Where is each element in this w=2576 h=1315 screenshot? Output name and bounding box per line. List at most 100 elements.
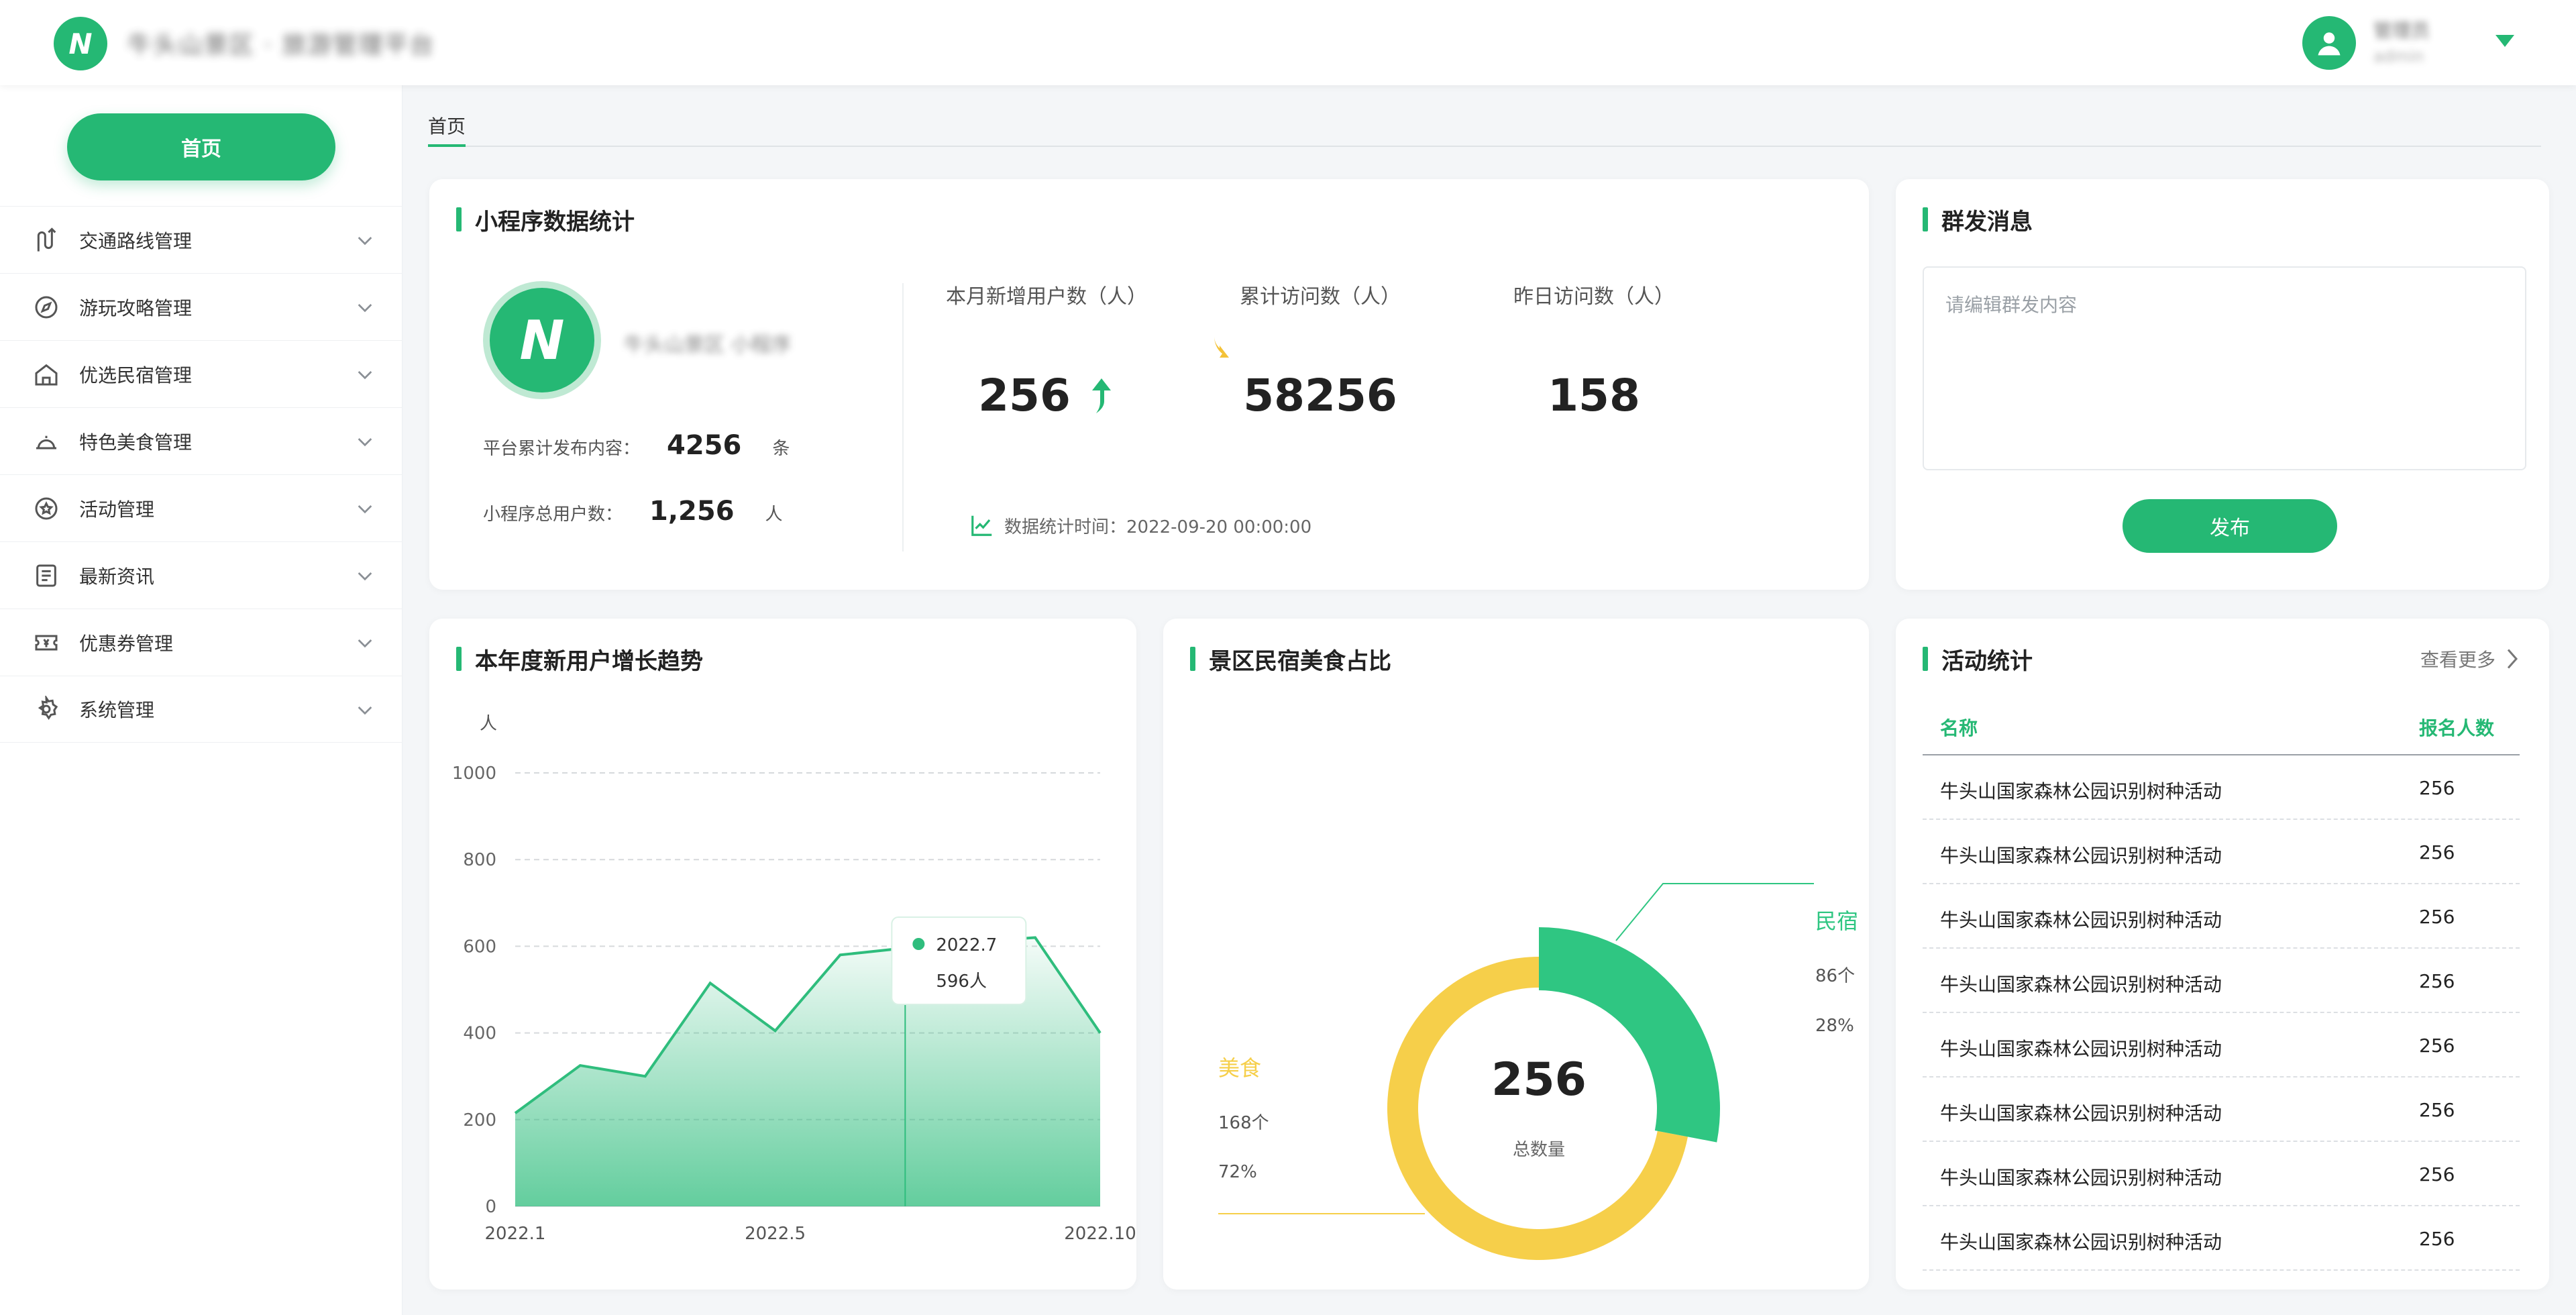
star-badge-icon xyxy=(31,493,62,524)
tooltip-dot xyxy=(912,938,925,950)
activity-name: 牛头山国家森林公园识别树种活动 xyxy=(1940,909,2222,931)
chevron-down-icon xyxy=(358,572,372,581)
sidebar-item-label: 特色美食管理 xyxy=(79,431,193,454)
table-row[interactable]: 牛头山国家森林公园识别树种活动 256 xyxy=(1923,1206,2520,1271)
user-icon xyxy=(2318,32,2341,56)
chevron-down-icon xyxy=(358,304,372,313)
user-name: 管理员 xyxy=(2373,19,2430,42)
metric-value: 256 xyxy=(978,370,1071,421)
miniapp-logo-text: N xyxy=(519,309,565,372)
stats-card: 小程序数据统计 N 牛头山景区 小程序 平台累计发布内容： 4256 条 小程序… xyxy=(429,179,1869,590)
card-title: 活动统计 xyxy=(1923,645,2033,675)
coupon-icon xyxy=(31,627,62,658)
activity-name: 牛头山国家森林公园识别树种活动 xyxy=(1940,1231,2222,1253)
miniapp-name: 牛头山景区 小程序 xyxy=(624,333,792,357)
chevron-down-icon xyxy=(358,505,372,514)
slice-homestay xyxy=(1539,927,1720,1143)
slice-label-name: 美食 xyxy=(1218,1055,1261,1081)
card-title: 小程序数据统计 xyxy=(456,206,635,235)
stat-unit: 人 xyxy=(765,505,783,525)
table-row[interactable]: 牛头山国家森林公园识别树种活动 256 xyxy=(1923,755,2520,820)
stat-label: 平台累计发布内容： xyxy=(483,439,641,459)
y-tick-label: 600 xyxy=(463,937,496,957)
card-title: 群发消息 xyxy=(1923,206,2033,235)
activity-name: 牛头山国家森林公园识别树种活动 xyxy=(1940,845,2222,867)
sidebar-item-news[interactable]: 最新资讯 xyxy=(0,541,402,609)
broadcast-textarea[interactable]: 请编辑群发内容 xyxy=(1923,266,2526,470)
slice-label-count: 168个 xyxy=(1218,1113,1269,1133)
sidebar-item-system[interactable]: 系统管理 xyxy=(0,676,402,743)
user-menu[interactable]: 管理员 admin xyxy=(2281,0,2576,85)
line-chart-icon xyxy=(971,515,992,536)
sidebar-item-travel-guides[interactable]: 游玩攻略管理 xyxy=(0,273,402,340)
metric-value: 158 xyxy=(1548,370,1640,421)
activity-count: 256 xyxy=(2419,970,2455,992)
activity-name: 牛头山国家森林公园识别树种活动 xyxy=(1940,974,2222,996)
table-header: 名称 报名人数 xyxy=(1923,700,2520,755)
food-cloche-icon xyxy=(31,426,62,457)
sidebar-item-label: 优惠券管理 xyxy=(79,632,174,655)
sidebar-item-label: 优选民宿管理 xyxy=(79,364,193,386)
app-logo[interactable]: N xyxy=(54,17,107,70)
house-icon xyxy=(31,359,62,390)
donut-chart-card: 景区民宿美食占比 256 总数量 民宿 86个 28% 美食 168个 72% xyxy=(1163,619,1869,1290)
table-row[interactable]: 牛头山国家森林公园识别树种活动 256 xyxy=(1923,884,2520,949)
divider xyxy=(902,283,904,551)
table-row[interactable]: 牛头山国家森林公园识别树种活动 256 xyxy=(1923,1013,2520,1077)
y-tick-label: 0 xyxy=(485,1197,496,1217)
sidebar-item-homestays[interactable]: 优选民宿管理 xyxy=(0,340,402,407)
stat-unit: 条 xyxy=(772,439,790,459)
table-row[interactable]: 牛头山国家森林公园识别树种活动 256 xyxy=(1923,949,2520,1013)
broadcast-card: 群发消息 请编辑群发内容 发布 xyxy=(1896,179,2549,590)
tooltip-value: 596人 xyxy=(936,971,987,992)
sidebar-item-food[interactable]: 特色美食管理 xyxy=(0,407,402,474)
x-tick-label: 2022.10 xyxy=(1064,1224,1136,1244)
table-row[interactable]: 牛头山国家森林公园识别树种活动 256 xyxy=(1923,1077,2520,1142)
sidebar-menu: 交通路线管理 游玩攻略管理 优选民宿管理 特色美食管理 活动管理 最新资讯 优惠… xyxy=(0,206,402,743)
sidebar-item-label: 最新资讯 xyxy=(79,565,155,588)
avatar[interactable] xyxy=(2302,16,2356,70)
publish-button[interactable]: 发布 xyxy=(2123,499,2337,553)
table-row[interactable]: 牛头山国家森林公园识别树种活动 256 xyxy=(1923,820,2520,884)
chevron-down-icon[interactable] xyxy=(2496,35,2514,47)
sidebar-item-label: 活动管理 xyxy=(79,498,155,521)
metric-total-visits: 累计访问数（人） 58256 xyxy=(1199,280,1441,421)
tab-home[interactable]: 首页 xyxy=(428,107,466,147)
sidebar-item-coupons[interactable]: 优惠券管理 xyxy=(0,609,402,676)
slice-label-percent: 28% xyxy=(1815,1016,1854,1036)
center-value: 256 xyxy=(1491,1053,1587,1106)
view-more-link[interactable]: 查看更多 xyxy=(2420,645,2522,672)
metric-label: 本月新增用户数（人） xyxy=(946,285,1147,309)
metric-value: 58256 xyxy=(1243,370,1397,421)
activity-count: 256 xyxy=(2419,841,2455,863)
sidebar-item-label: 系统管理 xyxy=(79,699,155,721)
slice-label-percent: 72% xyxy=(1218,1162,1257,1182)
metric-new-users: 本月新增用户数（人） 256 xyxy=(926,280,1167,421)
route-icon xyxy=(31,225,62,256)
activity-count: 256 xyxy=(2419,1099,2455,1121)
activity-name: 牛头山国家森林公园识别树种活动 xyxy=(1940,780,2222,802)
stats-time: 数据统计时间：2022-09-20 00:00:00 xyxy=(969,513,1311,538)
column-header-count: 报名人数 xyxy=(2419,717,2495,739)
y-tick-label: 1000 xyxy=(452,764,496,784)
leader-line-homestay xyxy=(1615,883,1814,941)
slice-label-name: 民宿 xyxy=(1815,908,1858,934)
activity-count: 256 xyxy=(2419,906,2455,928)
activity-count: 256 xyxy=(2419,1035,2455,1057)
chevron-down-icon xyxy=(358,438,372,447)
activity-count: 256 xyxy=(2419,777,2455,799)
tooltip-x: 2022.7 xyxy=(936,935,997,955)
x-tick-label: 2022.1 xyxy=(485,1224,546,1244)
chevron-down-icon xyxy=(358,371,372,380)
column-header-name: 名称 xyxy=(1940,717,1978,739)
chevron-down-icon xyxy=(358,237,372,246)
user-subtitle: admin xyxy=(2373,47,2424,66)
home-button[interactable]: 首页 xyxy=(67,113,335,180)
published-content-stat: 平台累计发布内容： 4256 条 xyxy=(483,430,790,461)
sidebar-item-activities[interactable]: 活动管理 xyxy=(0,474,402,541)
table-row[interactable]: 牛头山国家森林公园识别树种活动 256 xyxy=(1923,1142,2520,1206)
trend-up-icon xyxy=(1091,378,1111,413)
metric-label: 昨日访问数（人） xyxy=(1513,285,1674,309)
sidebar-item-traffic-routes[interactable]: 交通路线管理 xyxy=(0,206,402,273)
slice-label-count: 86个 xyxy=(1815,966,1855,986)
